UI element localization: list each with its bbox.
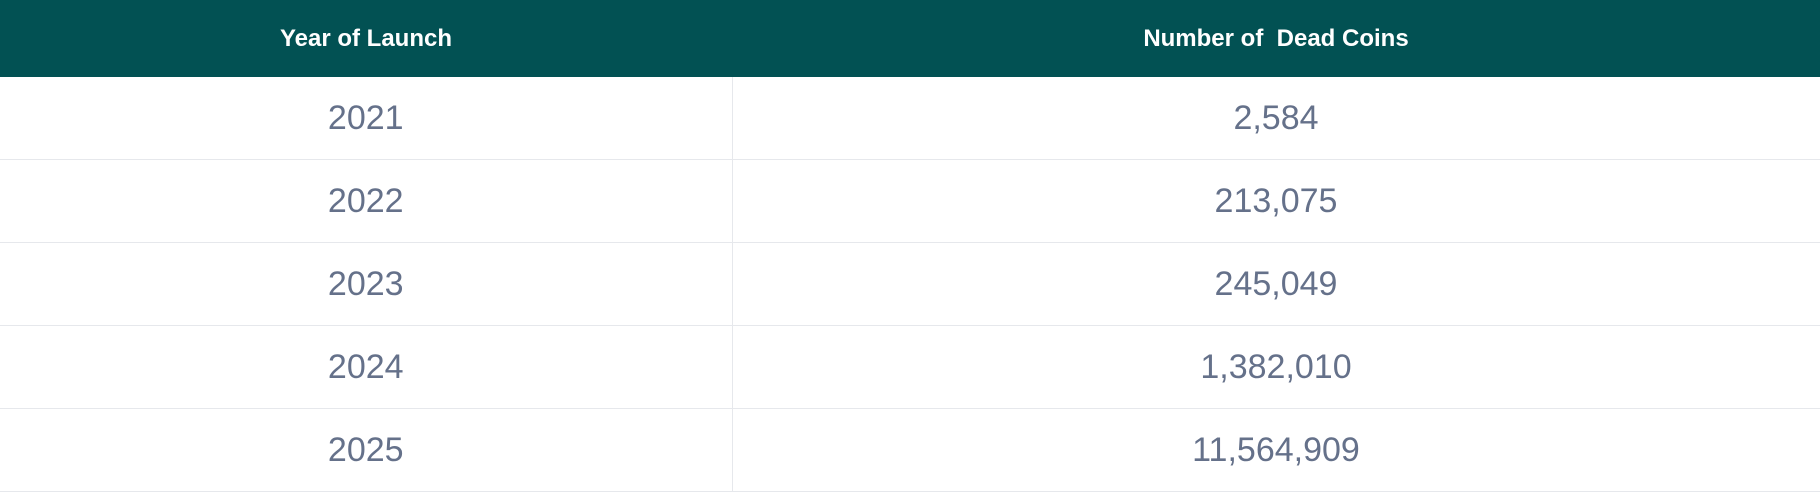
year-cell: 2022	[0, 159, 733, 243]
dead-coins-count-cell: 213,075	[732, 159, 1820, 243]
header-row: Year of Launch Number of Dead Coins	[0, 0, 1820, 77]
header-year-of-launch: Year of Launch	[0, 0, 732, 77]
table-header: Year of Launch Number of Dead Coins	[0, 0, 1820, 77]
header-number-of-dead-coins: Number of Dead Coins	[732, 0, 1820, 77]
year-cell: 2025	[0, 408, 733, 492]
year-cell: 2021	[0, 77, 733, 160]
table-body: 2021 2,584 2022 213,075 2023 245,049 202…	[0, 77, 1820, 492]
table-row: 2024 1,382,010	[0, 325, 1820, 409]
table-row: 2023 245,049	[0, 242, 1820, 326]
dead-coins-table: Year of Launch Number of Dead Coins 2021…	[0, 0, 1820, 492]
table-row: 2022 213,075	[0, 159, 1820, 243]
year-cell: 2023	[0, 242, 733, 326]
year-cell: 2024	[0, 325, 733, 409]
table-row: 2025 11,564,909	[0, 408, 1820, 492]
dead-coins-count-cell: 245,049	[732, 242, 1820, 326]
dead-coins-count-cell: 1,382,010	[732, 325, 1820, 409]
table-row: 2021 2,584	[0, 77, 1820, 160]
dead-coins-count-cell: 2,584	[732, 77, 1820, 160]
dead-coins-count-cell: 11,564,909	[732, 408, 1820, 492]
